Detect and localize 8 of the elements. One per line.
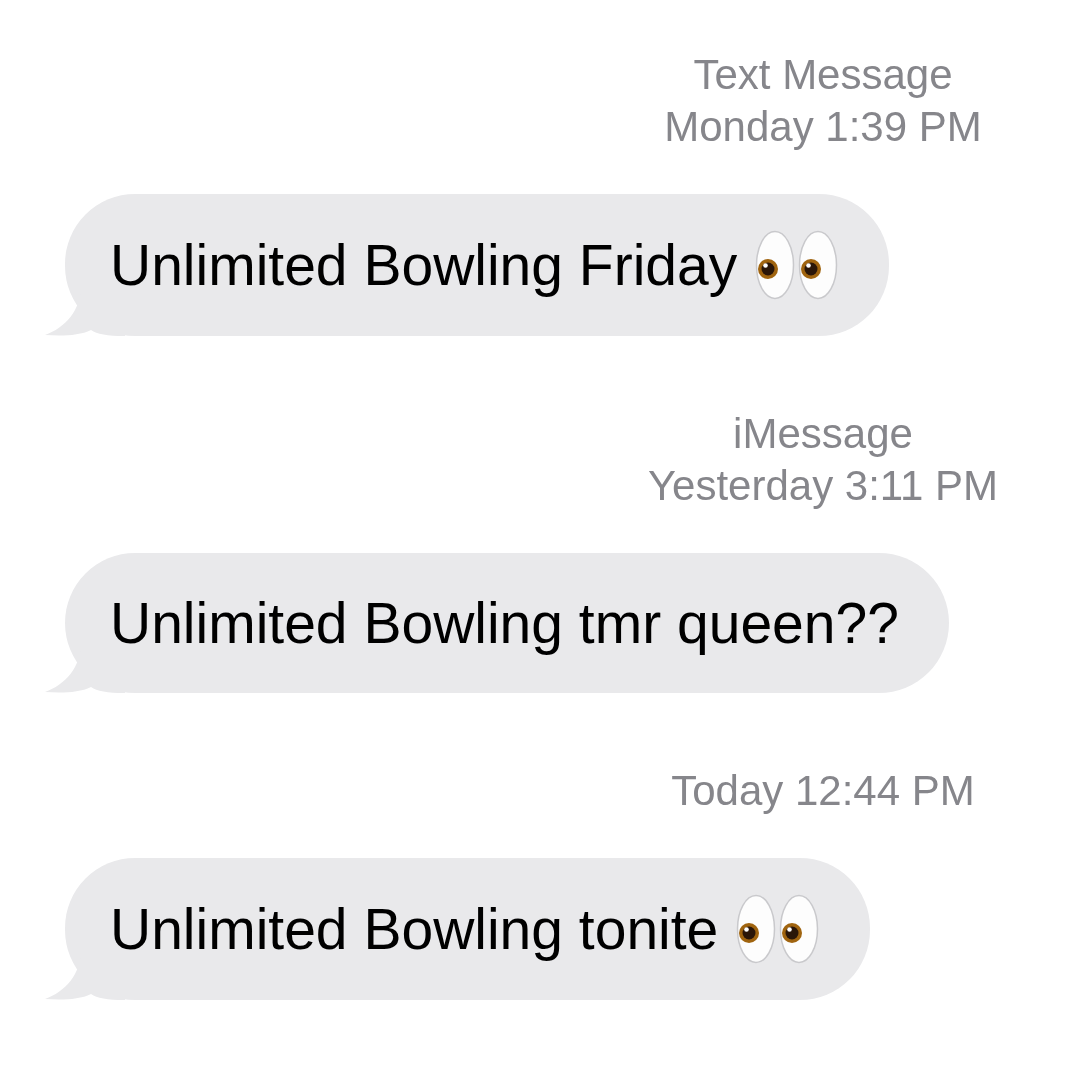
timestamp: Yesterday 3:11 PM bbox=[646, 461, 1000, 511]
service-label: iMessage bbox=[732, 409, 914, 459]
message-text: Unlimited Bowling Friday bbox=[110, 232, 738, 299]
message-text: Unlimited Bowling tmr queen?? bbox=[110, 590, 899, 657]
timestamp: Today 12:44 PM bbox=[670, 766, 976, 816]
message-text: Unlimited Bowling tonite bbox=[110, 896, 719, 963]
service-label: Text Message bbox=[692, 50, 954, 100]
timestamp: Monday 1:39 PM bbox=[663, 102, 983, 152]
